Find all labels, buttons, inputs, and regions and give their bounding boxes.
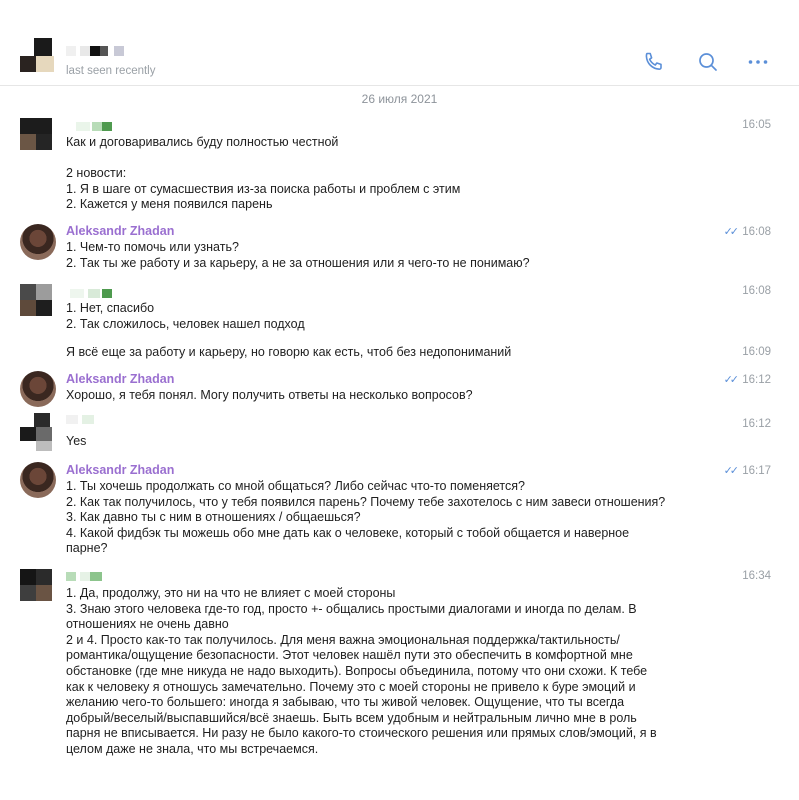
- message-time: 16:08: [742, 285, 771, 297]
- message[interactable]: 16:34 1. Да, продолжу, это ни на что не …: [0, 569, 799, 759]
- message-text: 1. Нет, спасибо 2. Так сложилось, челове…: [66, 301, 305, 331]
- message[interactable]: 16:12 Yes: [0, 413, 799, 453]
- message-text: 1. Ты хочешь продолжать со мной общаться…: [66, 479, 666, 556]
- sender-name-redacted: [66, 572, 126, 581]
- message-text: Как и договаривались буду полностью чест…: [66, 135, 461, 212]
- date-separator: 26 июля 2021: [361, 92, 438, 106]
- contact-name-redacted: [66, 46, 126, 56]
- message[interactable]: Aleksandr Zhadan ✓✓ 16:08 1. Чем-то помо…: [0, 223, 799, 275]
- user-avatar[interactable]: [20, 224, 56, 260]
- search-icon[interactable]: [696, 50, 720, 74]
- message-time: ✓✓ 16:08: [723, 226, 771, 238]
- read-checks-icon: ✓✓: [723, 465, 740, 477]
- user-avatar[interactable]: [20, 413, 52, 451]
- message-time: 16:09: [742, 346, 771, 358]
- sender-name[interactable]: Aleksandr Zhadan: [66, 463, 174, 477]
- message-time: ✓✓ 16:12: [723, 374, 771, 386]
- more-icon[interactable]: [746, 50, 770, 74]
- message-text: 1. Да, продолжу, это ни на что не влияет…: [66, 586, 657, 756]
- message-text: Я всё еще за работу и карьеру, но говорю…: [66, 345, 512, 359]
- phone-icon[interactable]: [642, 50, 666, 74]
- message[interactable]: 16:05 Как и договаривались буду полность…: [0, 118, 799, 214]
- message[interactable]: 16:09 Я всё еще за работу и карьеру, но …: [0, 345, 799, 365]
- user-avatar[interactable]: [20, 569, 52, 601]
- read-checks-icon: ✓✓: [723, 226, 740, 238]
- user-avatar[interactable]: [20, 284, 52, 316]
- contact-status: last seen recently: [66, 65, 156, 77]
- message-text: Хорошо, я тебя понял. Могу получить отве…: [66, 388, 473, 402]
- message-text: Yes: [66, 434, 87, 448]
- sender-name[interactable]: Aleksandr Zhadan: [66, 372, 174, 386]
- read-checks-icon: ✓✓: [723, 374, 740, 386]
- message[interactable]: 16:08 1. Нет, спасибо 2. Так сложилось, …: [0, 284, 799, 334]
- message-time: ✓✓ 16:17: [723, 465, 771, 477]
- chat-header: last seen recently: [0, 0, 799, 86]
- user-avatar[interactable]: [20, 371, 56, 407]
- message-time: 16:34: [742, 570, 771, 582]
- message-time: 16:05: [742, 119, 771, 131]
- message-text: 1. Чем-то помочь или узнать? 2. Так ты ж…: [66, 240, 530, 270]
- sender-name-redacted: [66, 289, 126, 298]
- sender-name-redacted: [66, 415, 106, 424]
- user-avatar[interactable]: [20, 462, 56, 498]
- sender-name[interactable]: Aleksandr Zhadan: [66, 224, 174, 238]
- message[interactable]: Aleksandr Zhadan ✓✓ 16:12 Хорошо, я тебя…: [0, 370, 799, 408]
- message[interactable]: Aleksandr Zhadan ✓✓ 16:17 1. Ты хочешь п…: [0, 461, 799, 561]
- user-avatar[interactable]: [20, 118, 52, 150]
- sender-name-redacted: [66, 122, 126, 131]
- contact-avatar[interactable]: [20, 38, 54, 72]
- message-time: 16:12: [742, 418, 771, 430]
